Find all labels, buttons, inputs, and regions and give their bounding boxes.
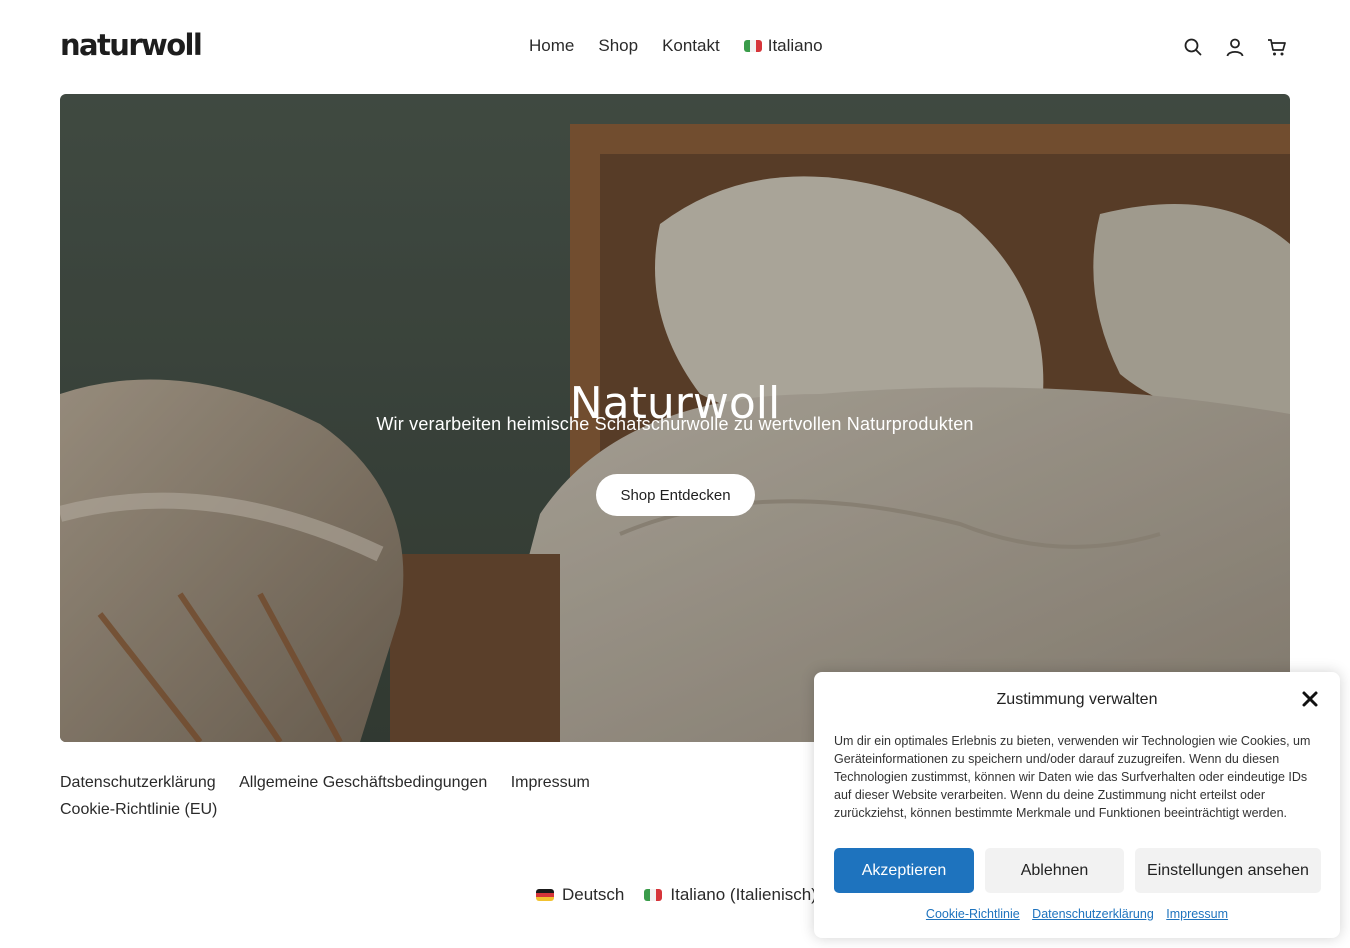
language-deutsch[interactable]: Deutsch [536,885,624,905]
footer-link-datenschutz[interactable]: Datenschutzerklärung [60,769,216,796]
germany-flag-icon [536,889,554,901]
language-italiano-label: Italiano (Italienisch) [670,885,817,904]
cookie-link-impressum[interactable]: Impressum [1166,907,1228,921]
cookie-dialog-title: Zustimmung verwalten [996,691,1158,708]
footer-link-agb[interactable]: Allgemeine Geschäftsbedingungen [239,769,487,796]
deny-button[interactable]: Ablehnen [985,848,1124,893]
cart-icon[interactable] [1267,36,1287,58]
cookie-consent-dialog: Zustimmung verwalten Um dir ein optimale… [814,672,1340,938]
account-icon[interactable] [1225,36,1245,58]
footer-links: Datenschutzerklärung Allgemeine Geschäft… [60,769,820,823]
nav-language-label: Italiano [767,36,823,55]
footer-link-impressum[interactable]: Impressum [511,769,590,796]
shop-entdecken-button[interactable]: Shop Entdecken [596,474,755,516]
cookie-dialog-actions: Akzeptieren Ablehnen Einstellungen anseh… [834,848,1321,893]
view-preferences-button[interactable]: Einstellungen ansehen [1135,848,1321,893]
nav-home[interactable]: Home [529,36,574,56]
site-header: naturwoll Home Shop Kontakt Italiano [0,0,1350,94]
language-deutsch-label: Deutsch [562,885,625,904]
cookie-link-datenschutz[interactable]: Datenschutzerklärung [1032,907,1154,921]
close-icon[interactable] [1301,690,1319,708]
nav-kontakt[interactable]: Kontakt [662,36,720,56]
language-italiano[interactable]: Italiano (Italienisch) [644,885,817,905]
language-switcher: Deutsch Italiano (Italienisch) [536,885,817,905]
main-nav: Home Shop Kontakt Italiano [529,36,823,56]
header-actions [1183,36,1287,58]
nav-language-italiano[interactable]: Italiano [743,36,823,56]
accept-button[interactable]: Akzeptieren [834,848,974,893]
cookie-link-cookie-richtlinie[interactable]: Cookie-Richtlinie [926,907,1020,921]
nav-shop[interactable]: Shop [598,36,638,56]
cookie-dialog-text: Um dir ein optimales Erlebnis zu bieten,… [834,734,1311,820]
site-logo[interactable]: naturwoll [60,28,203,62]
cookie-dialog-links: Cookie-Richtlinie Datenschutzerklärung I… [814,905,1340,923]
hero-banner: Naturwoll Wir verarbeiten heimische Scha… [60,94,1290,742]
footer-link-cookie-richtlinie[interactable]: Cookie-Richtlinie (EU) [60,796,217,823]
italy-flag-icon [644,889,663,901]
hero-subtitle: Wir verarbeiten heimische Schafschurwoll… [376,414,974,434]
search-icon[interactable] [1183,36,1203,58]
italy-flag-icon [743,40,762,52]
